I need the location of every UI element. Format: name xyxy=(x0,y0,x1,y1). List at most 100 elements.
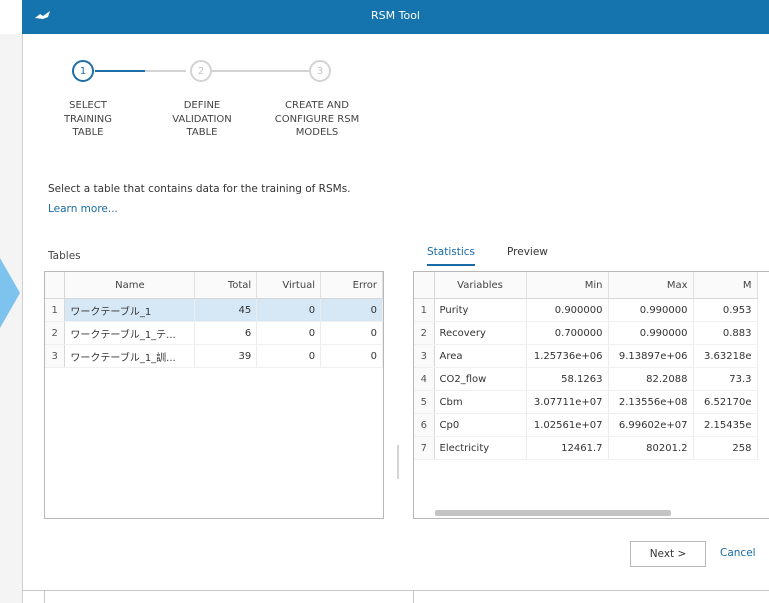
step-1-label-line: TABLE xyxy=(72,127,104,138)
pointer-arrow-icon xyxy=(0,258,20,328)
title-bar: RSM Tool xyxy=(22,0,769,34)
statistics-row[interactable]: 4 CO2_flow 58.1263 82.2088 73.3 xyxy=(414,367,758,391)
step-3-label-line: MODELS xyxy=(295,127,339,138)
next-button[interactable]: Next > xyxy=(630,541,706,567)
table-row[interactable]: 3 ワークテーブル_1_訓... 39 0 0 xyxy=(45,344,383,368)
mean-cell: 3.63218e xyxy=(693,344,758,368)
column-header-error[interactable]: Error xyxy=(320,272,383,299)
table-row[interactable]: 1 ワークテーブル_1 45 0 0 xyxy=(45,298,383,322)
column-header-mean[interactable]: M xyxy=(693,272,758,299)
error-cell: 0 xyxy=(320,344,383,368)
tables-header-row: Name Total Virtual Error xyxy=(45,272,383,299)
statistics-row[interactable]: 2 Recovery 0.700000 0.990000 0.883 xyxy=(414,321,758,345)
mean-cell: 6.52170e xyxy=(693,390,758,414)
error-cell: 0 xyxy=(320,321,383,345)
table-name-cell: ワークテーブル_1 xyxy=(64,298,196,322)
learn-more-link[interactable]: Learn more... xyxy=(48,203,118,215)
max-cell: 0.990000 xyxy=(608,321,694,345)
variable-cell: CO2_flow xyxy=(434,367,527,391)
virtual-cell: 0 xyxy=(256,344,322,368)
step-2-circle: 2 xyxy=(190,60,212,82)
variable-cell: Cp0 xyxy=(434,413,527,437)
min-cell: 12461.7 xyxy=(526,436,609,460)
row-number: 1 xyxy=(414,298,435,322)
step-1-label-line: SELECT xyxy=(69,100,107,111)
tables-label: Tables xyxy=(48,250,81,262)
tables-grid: Name Total Virtual Error 1 ワークテーブル_1 45 … xyxy=(44,271,384,519)
total-cell: 6 xyxy=(194,321,258,345)
step-3-label: CREATE AND CONFIGURE RSM MODELS xyxy=(265,99,369,140)
row-number: 7 xyxy=(414,436,435,460)
virtual-cell: 0 xyxy=(256,321,322,345)
row-number: 2 xyxy=(45,321,66,345)
table-name-cell: ワークテーブル_1_テ... xyxy=(64,321,196,345)
step-1-label-line: TRAINING xyxy=(63,113,113,125)
mean-cell: 2.15435e xyxy=(693,413,758,437)
variable-cell: Electricity xyxy=(434,436,527,460)
table-row[interactable]: 2 ワークテーブル_1_テ... 6 0 0 xyxy=(45,321,383,345)
bottom-divider-tick xyxy=(413,590,414,603)
min-cell: 0.700000 xyxy=(526,321,609,345)
variable-cell: Area xyxy=(434,344,527,368)
step-2-label-line: TABLE xyxy=(186,127,218,138)
statistics-row[interactable]: 3 Area 1.25736e+06 9.13897e+06 3.63218e xyxy=(414,344,758,368)
statistics-header-row: Variables Min Max M xyxy=(414,272,758,299)
mean-cell: 0.953 xyxy=(693,298,758,322)
column-header-total[interactable]: Total xyxy=(194,272,258,299)
statistics-row[interactable]: 7 Electricity 12461.7 80201.2 258 xyxy=(414,436,758,460)
step-2-label: DEFINE VALIDATION TABLE xyxy=(160,99,244,140)
row-number: 1 xyxy=(45,298,66,322)
step-3-circle: 3 xyxy=(309,60,331,82)
tab-statistics[interactable]: Statistics xyxy=(427,246,475,266)
variable-cell: Purity xyxy=(434,298,527,322)
max-cell: 82.2088 xyxy=(608,367,694,391)
stepper-line-1 xyxy=(95,70,186,72)
step-1-label: SELECT TRAINING TABLE xyxy=(50,99,126,140)
mean-cell: 258 xyxy=(693,436,758,460)
error-cell: 0 xyxy=(320,298,383,322)
max-cell: 6.99602e+07 xyxy=(608,413,694,437)
column-header-name[interactable]: Name xyxy=(64,272,196,299)
bottom-divider xyxy=(23,590,769,591)
min-cell: 0.900000 xyxy=(526,298,609,322)
horizontal-scrollbar[interactable] xyxy=(435,510,671,516)
step-1-circle: 1 xyxy=(72,60,94,82)
statistics-row[interactable]: 5 Cbm 3.07711e+07 2.13556e+08 6.52170e xyxy=(414,390,758,414)
total-cell: 45 xyxy=(194,298,258,322)
bottom-divider-tick xyxy=(44,590,45,603)
panel-splitter-handle[interactable] xyxy=(397,445,399,479)
statistics-grid: Variables Min Max M 1 Purity 0.900000 0.… xyxy=(413,271,769,519)
row-number: 3 xyxy=(414,344,435,368)
step-3-label-line: CONFIGURE RSM xyxy=(274,113,360,125)
mean-cell: 0.883 xyxy=(693,321,758,345)
row-number: 2 xyxy=(414,321,435,345)
column-header-max[interactable]: Max xyxy=(608,272,694,299)
column-header-virtual[interactable]: Virtual xyxy=(256,272,322,299)
row-number: 6 xyxy=(414,413,435,437)
max-cell: 0.990000 xyxy=(608,298,694,322)
row-number: 3 xyxy=(45,344,66,368)
max-cell: 9.13897e+06 xyxy=(608,344,694,368)
row-number-header xyxy=(414,272,435,299)
row-number: 4 xyxy=(414,367,435,391)
virtual-cell: 0 xyxy=(256,298,322,322)
column-header-variables[interactable]: Variables xyxy=(434,272,527,299)
max-cell: 2.13556e+08 xyxy=(608,390,694,414)
table-name-cell: ワークテーブル_1_訓... xyxy=(64,344,196,368)
column-header-min[interactable]: Min xyxy=(526,272,609,299)
tab-preview[interactable]: Preview xyxy=(507,246,548,264)
total-cell: 39 xyxy=(194,344,258,368)
variable-cell: Cbm xyxy=(434,390,527,414)
row-number: 5 xyxy=(414,390,435,414)
step-3-label-line: CREATE AND xyxy=(285,100,349,111)
window-title: RSM Tool xyxy=(371,9,420,22)
min-cell: 1.02561e+07 xyxy=(526,413,609,437)
stepper-line-2 xyxy=(212,70,309,72)
cancel-button[interactable]: Cancel xyxy=(720,547,756,559)
step-2-label-line: DEFINE xyxy=(183,100,221,111)
statistics-row[interactable]: 6 Cp0 1.02561e+07 6.99602e+07 2.15435e xyxy=(414,413,758,437)
min-cell: 58.1263 xyxy=(526,367,609,391)
min-cell: 3.07711e+07 xyxy=(526,390,609,414)
min-cell: 1.25736e+06 xyxy=(526,344,609,368)
statistics-row[interactable]: 1 Purity 0.900000 0.990000 0.953 xyxy=(414,298,758,322)
